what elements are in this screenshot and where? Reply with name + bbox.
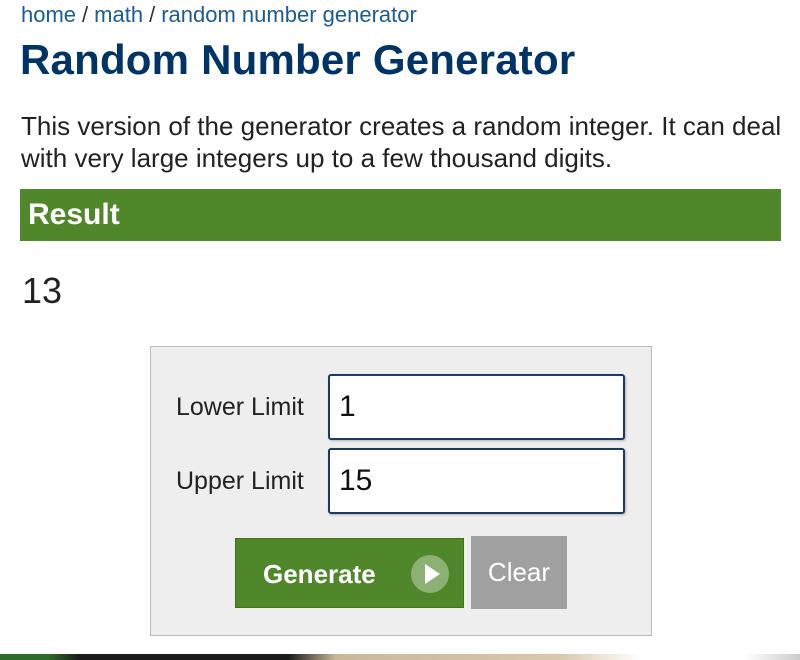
breadcrumb-link-home[interactable]: home <box>21 2 76 27</box>
lower-limit-label: Lower Limit <box>176 393 304 421</box>
breadcrumb-link-random-number-generator[interactable]: random number generator <box>161 2 417 27</box>
bottom-image-strip <box>0 654 800 660</box>
result-heading: Result <box>28 198 120 231</box>
result-header: Result <box>20 189 781 241</box>
upper-limit-row: Upper Limit <box>151 448 651 514</box>
clear-button[interactable]: Clear <box>471 536 567 609</box>
breadcrumb-separator: / <box>82 2 89 27</box>
breadcrumb-link-math[interactable]: math <box>94 2 143 27</box>
play-icon <box>411 555 449 593</box>
generate-button-label: Generate <box>263 559 376 589</box>
upper-limit-label: Upper Limit <box>176 467 304 495</box>
breadcrumb: home / math / random number generator <box>21 2 417 28</box>
generate-button[interactable]: Generate <box>235 538 464 608</box>
page-title: Random Number Generator <box>20 36 576 83</box>
breadcrumb-separator: / <box>149 2 156 27</box>
result-value: 13 <box>22 270 63 311</box>
generator-form: Lower Limit Upper Limit Generate Clear <box>150 346 652 636</box>
lower-limit-row: Lower Limit <box>151 374 651 440</box>
lower-limit-input[interactable] <box>328 374 625 440</box>
upper-limit-input[interactable] <box>328 448 625 514</box>
intro-text: This version of the generator creates a … <box>21 111 782 173</box>
